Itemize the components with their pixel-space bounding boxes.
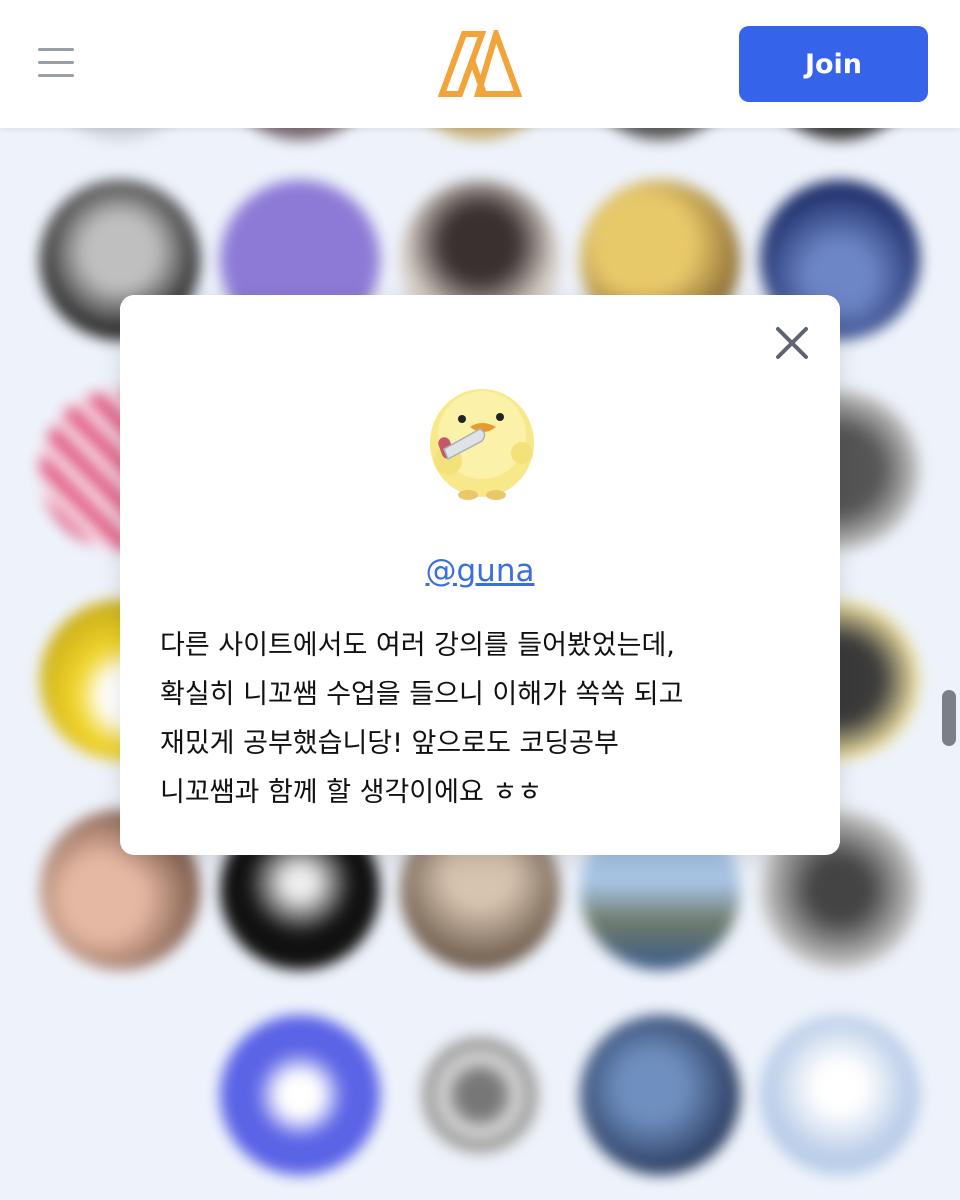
review-modal: @guna 다른 사이트에서도 여러 강의를 들어봤었는데, 확실히 니꼬쌤 수… xyxy=(120,295,840,855)
top-header: Join xyxy=(0,0,960,128)
background-avatar xyxy=(220,1015,380,1175)
hamburger-menu-icon[interactable] xyxy=(38,48,74,78)
background-avatar xyxy=(420,1035,540,1155)
page-scrollbar[interactable] xyxy=(942,690,956,746)
review-line: 재밌게 공부했습니당! 앞으로도 코딩공부 xyxy=(160,728,619,759)
close-icon[interactable] xyxy=(772,323,812,363)
review-line: 확실히 니꼬쌤 수업을 들으니 이해가 쏙쏙 되고 xyxy=(160,679,684,710)
review-text: 다른 사이트에서도 여러 강의를 들어봤었는데, 확실히 니꼬쌤 수업을 들으니… xyxy=(160,621,820,817)
review-line: 니꼬쌤과 함께 할 생각이에요 ㅎㅎ xyxy=(160,777,543,808)
background-avatar xyxy=(760,1015,920,1175)
review-line: 다른 사이트에서도 여러 강의를 들어봤었는데, xyxy=(160,630,675,661)
brand-logo-icon[interactable] xyxy=(438,30,522,98)
chick-with-knife-avatar xyxy=(430,389,534,500)
background-avatar xyxy=(580,1015,740,1175)
join-button[interactable]: Join xyxy=(739,26,928,102)
review-username-link[interactable]: @guna xyxy=(120,553,840,589)
